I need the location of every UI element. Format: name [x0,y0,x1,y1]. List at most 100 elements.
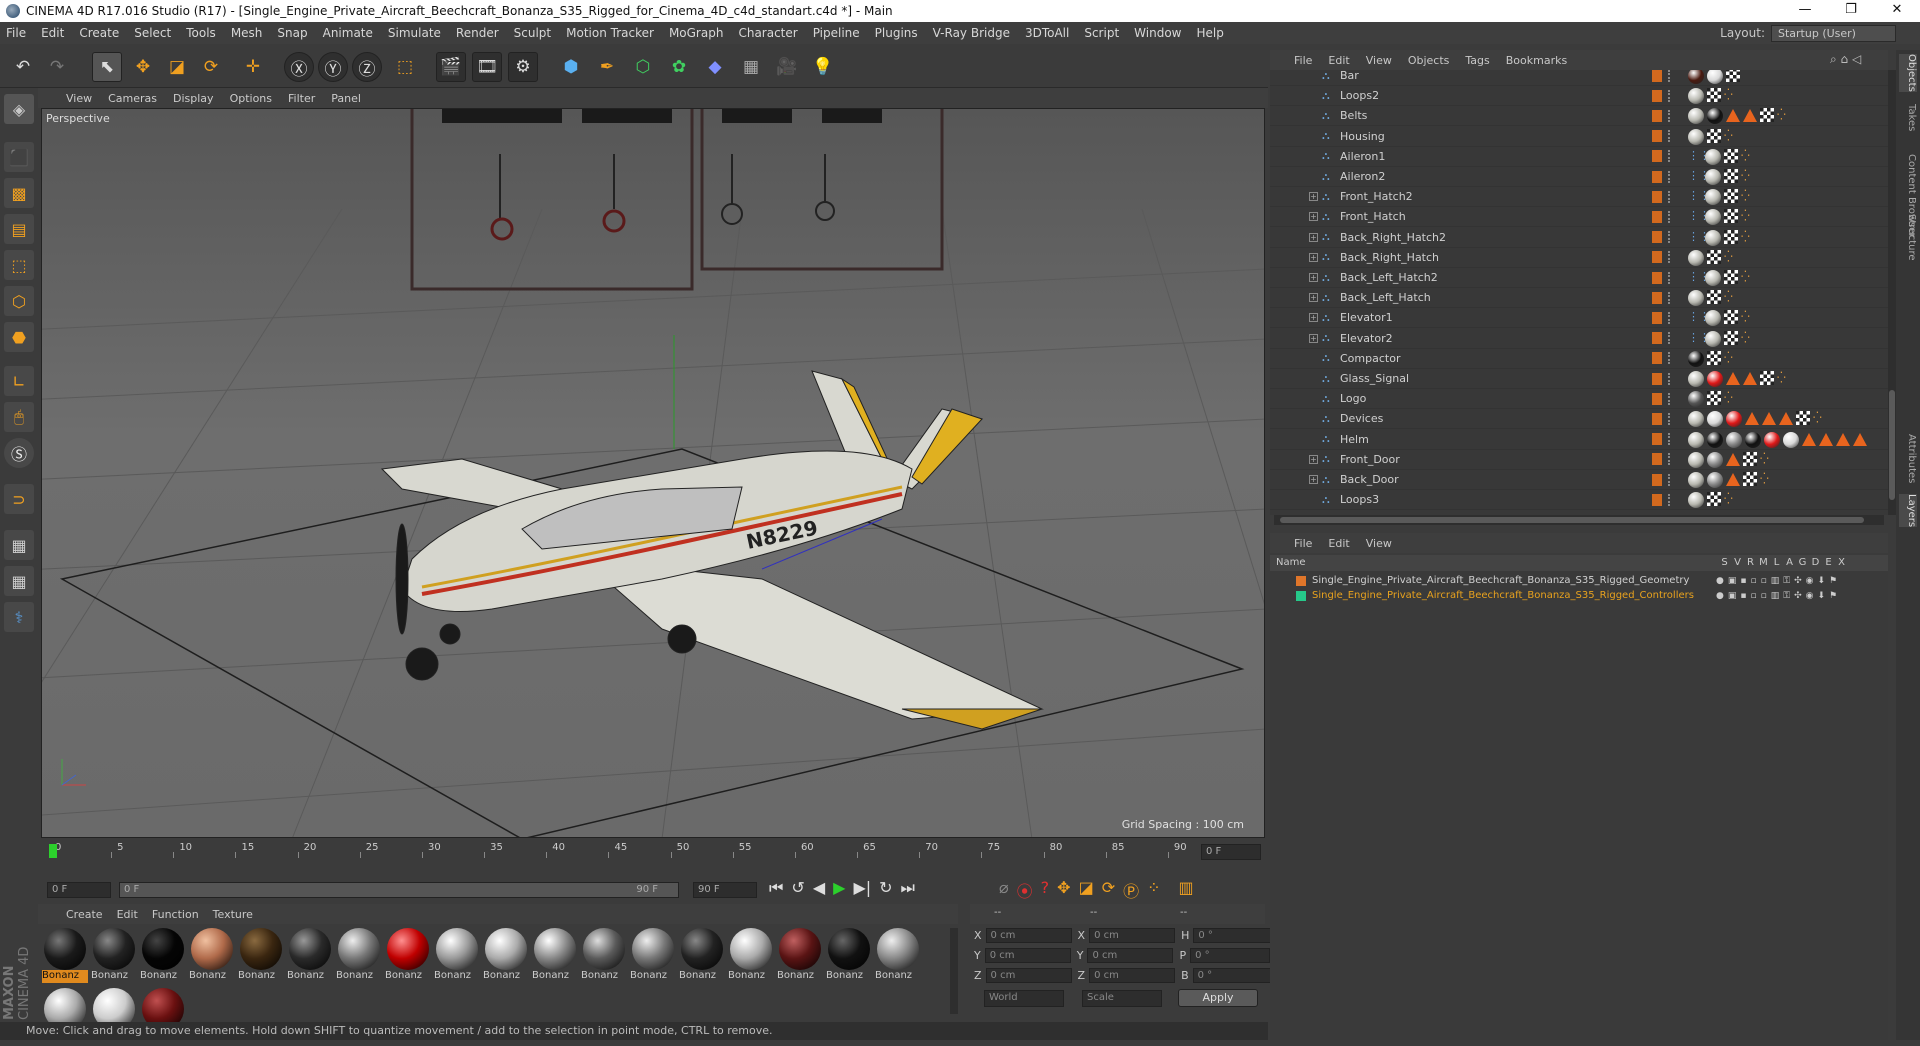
viewport-menu-view[interactable]: View [66,92,92,105]
camera-icon[interactable]: 🎥 [772,52,802,82]
viewport-menu-cameras[interactable]: Cameras [108,92,157,105]
visibility-icon[interactable] [1668,150,1672,163]
material-menu-texture[interactable]: Texture [213,908,253,921]
maximize-button[interactable]: ❐ [1828,0,1874,22]
object-manager-search-icons[interactable]: ⌕ ⌂ ◁ [1830,52,1861,67]
dots-tag-icon[interactable]: ⋮⋮ [1688,270,1710,284]
pen-spline-icon[interactable]: ✒ [592,52,622,82]
material-tag-icon[interactable] [1707,411,1723,428]
make-editable-icon[interactable]: ◈ [4,94,34,124]
object-row[interactable]: ⛬ Housing ⁛ [1270,127,1888,147]
expand-icon[interactable]: + [1309,273,1318,282]
menu-help[interactable]: Help [1196,26,1223,40]
visibility-icon[interactable] [1668,412,1672,425]
texture-mode-icon[interactable]: ▩ [4,178,34,208]
material-tag-icon[interactable] [1707,451,1723,468]
previous-key-icon[interactable]: ↺ [791,878,804,898]
y-axis-lock-icon[interactable]: Ⓨ [318,52,348,82]
material-tag-icon[interactable] [1705,229,1721,246]
dots-tag-icon[interactable]: ⋮⋮ [1688,331,1710,345]
viewport-menu-display[interactable]: Display [173,92,214,105]
menu-mograph[interactable]: MoGraph [669,26,724,40]
visibility-icon[interactable] [1668,352,1672,365]
object-hscrollbar[interactable] [1274,515,1884,525]
object-row[interactable]: + ⛬ Back_Left_Hatch ⁛ [1270,288,1888,309]
material-swatch[interactable]: Bonanz [287,928,333,986]
texture-tag-icon[interactable] [1760,108,1774,123]
object-name[interactable]: Aileron1 [1340,150,1385,163]
layer-color-icon[interactable] [1652,412,1662,425]
layout-dropdown[interactable]: Startup (User) [1771,24,1896,42]
object-name[interactable]: Housing [1340,130,1385,143]
scale-key-icon[interactable]: ◪ [1079,878,1094,902]
dots-tag-icon[interactable]: ⋮⋮ [1688,310,1710,324]
selection-tag-icon[interactable]: ⁛ [1741,169,1755,183]
material-tag-icon[interactable] [1705,330,1721,347]
coord-mode-dropdown[interactable]: Scale [1082,990,1162,1007]
workplane-mode-icon[interactable]: ▤ [4,214,34,244]
timeline-ruler[interactable]: 0 5 10 15 20 25 30 35 40 45 50 55 60 65 70 75 80 85 90 0 F [41,840,1265,874]
object-menu-view[interactable]: View [1366,54,1392,67]
visibility-icon[interactable] [1668,251,1672,264]
material-swatch[interactable]: Bonanz [679,928,725,986]
close-button[interactable]: ✕ [1874,0,1920,22]
expand-icon[interactable]: + [1309,454,1318,464]
menu-3dtoall[interactable]: 3DToAll [1025,26,1069,40]
texture-tag-icon[interactable] [1724,148,1738,163]
layer-menu-view[interactable]: View [1366,537,1392,550]
selection-tag-icon[interactable]: ⁛ [1777,108,1791,122]
warning-tag-icon[interactable] [1779,412,1793,426]
object-row[interactable]: + ⛬ Elevator2 ⋮⋮ ⁛ [1270,329,1888,349]
material-tag-icon[interactable] [1745,431,1761,448]
coordinate-system-icon[interactable]: ⬚ [390,52,420,82]
expand-icon[interactable]: + [1309,333,1318,343]
visibility-icon[interactable] [1668,210,1672,223]
warning-tag-icon[interactable] [1726,109,1740,123]
texture-tag-icon[interactable] [1724,189,1738,204]
expand-icon[interactable]: + [1309,313,1318,323]
object-row[interactable]: + ⛬ Back_Left_Hatch2 ⋮⋮ ⁛ [1270,268,1888,288]
material-swatch[interactable]: Bonanz [42,928,88,986]
material-tag-icon[interactable] [1688,391,1704,408]
menu-plugins[interactable]: Plugins [875,26,918,40]
warning-tag-icon[interactable] [1745,412,1759,426]
layer-color-icon[interactable] [1652,493,1662,506]
position-y-field[interactable]: 0 cm [984,947,1071,963]
warning-tag-icon[interactable] [1726,452,1740,466]
visibility-icon[interactable] [1668,231,1672,244]
layer-name[interactable]: Single_Engine_Private_Aircraft_Beechcraf… [1312,575,1689,586]
object-name[interactable]: Belts [1340,109,1367,122]
current-frame-field[interactable]: 0 F [1201,844,1261,860]
material-tag-icon[interactable] [1688,451,1704,468]
material-swatch[interactable]: Bonanz [238,928,284,986]
position-key-icon[interactable]: ✥ [1057,878,1070,902]
object-name[interactable]: Logo [1340,392,1366,405]
timeline-window-icon[interactable]: ▥ [1179,878,1194,902]
material-tag-icon[interactable] [1707,70,1723,84]
material-tag-icon[interactable] [1707,431,1723,448]
layer-menu-edit[interactable]: Edit [1328,537,1349,550]
texture-tag-icon[interactable] [1707,290,1721,305]
material-swatch[interactable]: Bonanz [385,928,431,986]
dock-tab-objects[interactable]: Objects [1899,54,1917,92]
expand-icon[interactable]: + [1309,475,1318,484]
menu-edit[interactable]: Edit [41,26,64,40]
viewport-menu-options[interactable]: Options [230,92,272,105]
texture-tag-icon[interactable] [1724,270,1738,284]
menu-simulate[interactable]: Simulate [388,26,441,40]
visibility-icon[interactable] [1668,453,1672,466]
floor-icon[interactable]: ▦ [736,52,766,82]
selection-tag-icon[interactable]: ⁛ [1760,452,1774,466]
rotation-b-field[interactable]: 0 ° [1192,967,1273,983]
viewport-perspective[interactable]: N8229 Perspective Grid Spacing : 100 cm … [41,108,1265,838]
record-keys-icon[interactable]: ⌀ [999,878,1009,902]
visibility-icon[interactable] [1668,392,1672,405]
redo-icon[interactable]: ↷ [42,52,72,82]
material-tag-icon[interactable] [1707,472,1723,488]
material-menu-create[interactable]: Create [66,908,103,921]
material-tag-icon[interactable] [1705,169,1721,185]
rotation-h-field[interactable]: 0 ° [1193,927,1274,943]
material-swatch[interactable]: Bonanz [728,928,774,986]
object-name[interactable]: Compactor [1340,352,1400,365]
render-view-icon[interactable]: 🎬 [436,52,466,82]
